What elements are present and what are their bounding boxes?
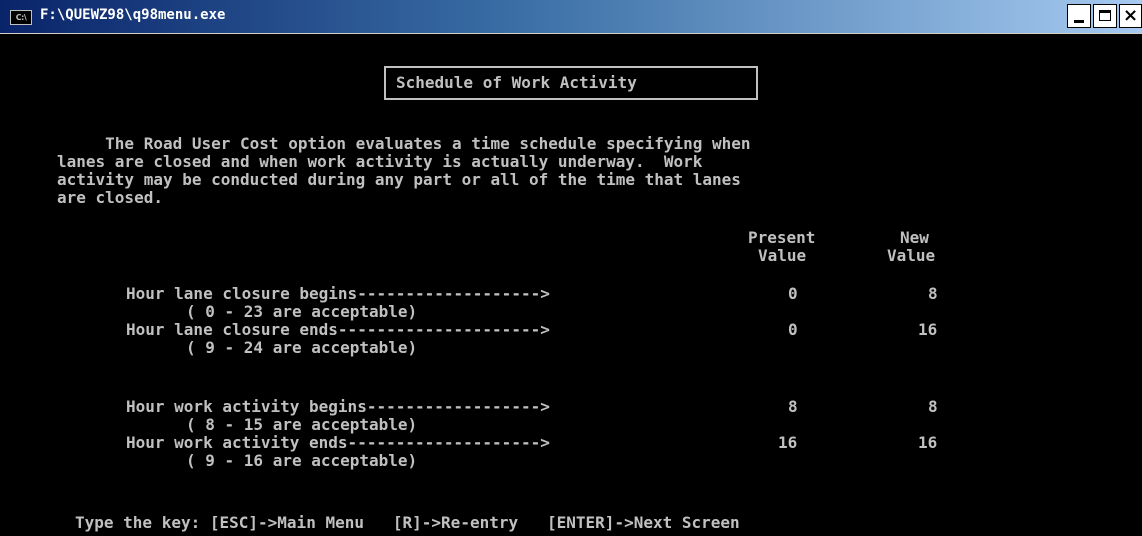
maximize-button[interactable] — [1093, 4, 1117, 28]
new-value-header-line-1: New — [900, 228, 929, 247]
work-activity-ends-label: Hour work activity ends-----------------… — [126, 433, 550, 452]
screen-heading-box: Schedule of Work Activity — [384, 66, 758, 100]
work-activity-begins-range: ( 8 - 15 are acceptable) — [186, 415, 418, 434]
console-icon[interactable]: C:\ — [10, 10, 32, 25]
window-title: F:\QUEWZ98\q98menu.exe — [40, 7, 226, 23]
title-bar[interactable]: C:\ F:\QUEWZ98\q98menu.exe × — [0, 0, 1142, 34]
lane-closure-begins-new-value[interactable]: 8 — [928, 286, 938, 302]
lane-closure-ends-present-value: 0 — [788, 320, 798, 339]
present-value-header-line-1: Present — [748, 228, 816, 247]
work-activity-ends-new-value[interactable]: 16 — [918, 435, 937, 451]
minimize-button[interactable] — [1067, 4, 1091, 28]
key-instructions: Type the key: [ESC]->Main Menu [R]->Re-e… — [75, 513, 740, 532]
screen-heading: Schedule of Work Activity — [396, 73, 637, 92]
intro-line-2: lanes are closed and when work activity … — [57, 152, 703, 171]
new-value-header-line-2: Value — [887, 246, 936, 265]
lane-closure-ends-range: ( 9 - 24 are acceptable) — [186, 338, 418, 357]
close-button[interactable]: × — [1119, 4, 1142, 28]
lane-closure-begins-label: Hour lane closure begins----------------… — [126, 284, 550, 303]
intro-line-1: The Road User Cost option evaluates a ti… — [57, 134, 751, 153]
lane-closure-begins-present-value: 0 — [788, 284, 798, 303]
work-activity-begins-label: Hour work activity begins---------------… — [126, 397, 550, 416]
console-window: C:\ F:\QUEWZ98\q98menu.exe × Schedule of… — [0, 0, 1142, 536]
present-value-header-line-2: Value — [758, 246, 807, 265]
close-icon: × — [1122, 5, 1139, 26]
intro-line-4: are closed. — [57, 188, 163, 207]
intro-line-3: activity may be conducted during any par… — [57, 170, 741, 189]
work-activity-ends-present-value: 16 — [778, 433, 798, 452]
console-screen[interactable]: Schedule of Work Activity The Road User … — [0, 34, 1142, 536]
lane-closure-begins-range: ( 0 - 23 are acceptable) — [186, 302, 418, 321]
work-activity-begins-present-value: 8 — [788, 397, 798, 416]
work-activity-ends-range: ( 9 - 16 are acceptable) — [186, 451, 418, 470]
lane-closure-ends-label: Hour lane closure ends------------------… — [126, 320, 550, 339]
lane-closure-ends-new-value[interactable]: 16 — [918, 322, 937, 338]
work-activity-begins-new-value[interactable]: 8 — [928, 399, 938, 415]
